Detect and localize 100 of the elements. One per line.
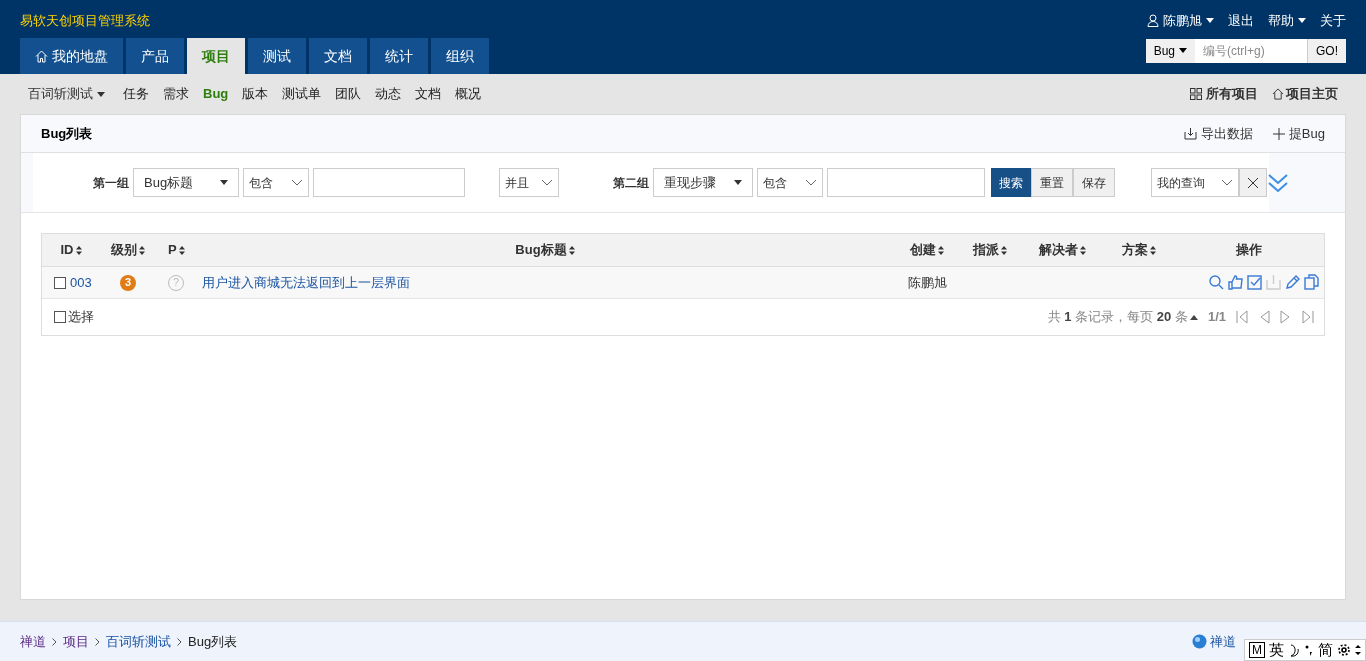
about-link[interactable]: 关于 <box>1320 11 1346 31</box>
save-button[interactable]: 保存 <box>1073 168 1115 197</box>
last-page-icon[interactable] <box>1302 310 1314 324</box>
ime-script-toggle[interactable]: 简 <box>1318 638 1333 661</box>
select-all-checkbox[interactable]: 选择 <box>54 307 94 327</box>
version-link[interactable]: 禅道 <box>1210 631 1236 652</box>
search-icon[interactable] <box>1208 274 1225 291</box>
column-header[interactable]: 创建 <box>894 240 960 260</box>
bug-title-link[interactable]: 用户进入商城无法返回到上一层界面 <box>196 272 894 293</box>
first-page-icon[interactable] <box>1236 310 1248 324</box>
field-select[interactable]: 重现步骤 <box>653 168 753 197</box>
saved-query-select[interactable]: 我的查询 <box>1151 168 1239 197</box>
pencil-icon[interactable] <box>1284 274 1301 291</box>
sub-nav-link[interactable]: 测试单 <box>282 84 322 104</box>
next-page-icon[interactable] <box>1280 310 1292 324</box>
column-header[interactable]: Bug标题 <box>196 240 894 260</box>
main-nav-tab[interactable]: 产品 <box>126 38 184 74</box>
severity-badge: 3 <box>120 274 136 291</box>
sub-nav-link[interactable]: 文档 <box>415 84 442 104</box>
group-label: 第二组 <box>613 174 649 192</box>
column-header[interactable]: P <box>156 240 196 260</box>
help-menu[interactable]: 帮助 <box>1268 11 1306 31</box>
id-input[interactable]: 编号(ctrl+g) <box>1195 38 1307 63</box>
ime-language-toggle[interactable]: 英 <box>1269 638 1284 661</box>
column-header[interactable]: 解决者 <box>1020 240 1104 260</box>
main-nav-tab[interactable]: 组织 <box>431 38 489 74</box>
caret-up-icon[interactable] <box>1189 314 1198 320</box>
project-switcher[interactable]: 百词斩测试 <box>28 84 105 104</box>
sub-nav-link[interactable]: 团队 <box>335 84 362 104</box>
sub-nav-link[interactable]: 需求 <box>163 84 189 104</box>
chevron-right-icon <box>177 637 182 646</box>
caret-icon <box>1298 18 1306 24</box>
column-header[interactable]: 级别 <box>100 240 156 260</box>
home-icon <box>35 49 48 63</box>
grid-icon <box>1190 88 1202 100</box>
breadcrumb-item[interactable]: 项目 <box>63 631 89 652</box>
column-header[interactable]: 指派 <box>960 240 1020 260</box>
user-icon <box>1147 14 1159 28</box>
sub-nav-link[interactable]: 任务 <box>123 84 149 104</box>
plus-icon <box>1272 127 1285 140</box>
caret-icon <box>97 91 105 97</box>
column-header[interactable]: ID <box>42 240 100 260</box>
chevron-down-icon <box>1221 178 1233 187</box>
table-cell-text: 陈鹏旭 <box>906 273 948 292</box>
main-nav-tab[interactable]: 我的地盘 <box>20 38 123 74</box>
ime-mode-key[interactable]: M <box>1249 642 1265 658</box>
all-projects-link[interactable]: 所有项目 <box>1190 84 1258 104</box>
chevron-down-icon <box>291 178 303 187</box>
operator-select[interactable]: 包含 <box>757 168 823 197</box>
moon-icon[interactable] <box>1288 643 1300 657</box>
settings-icon[interactable] <box>1337 643 1351 657</box>
report-bug-link[interactable]: 提Bug <box>1272 123 1325 144</box>
reset-button[interactable]: 重置 <box>1031 168 1073 197</box>
column-header[interactable]: 方案 <box>1104 240 1174 260</box>
punctuation-icon[interactable] <box>1304 643 1314 657</box>
checkbox[interactable] <box>54 311 66 323</box>
breadcrumb-item[interactable]: 禅道 <box>20 631 46 652</box>
export-link[interactable]: 导出数据 <box>1183 123 1253 144</box>
thumbs-up-icon[interactable] <box>1227 274 1244 291</box>
sub-nav-link[interactable]: 版本 <box>242 84 269 104</box>
copy-icon[interactable] <box>1303 274 1320 291</box>
checkbox-icon[interactable] <box>1246 274 1263 291</box>
object-type-select[interactable]: Bug <box>1145 38 1195 63</box>
export-icon <box>1265 274 1282 291</box>
breadcrumb-item[interactable]: 百词斩测试 <box>106 631 171 652</box>
main-nav-tab[interactable]: 测试 <box>248 38 306 74</box>
chevron-right-icon <box>52 637 57 646</box>
checkbox[interactable] <box>54 276 66 289</box>
globe-icon <box>1192 634 1207 649</box>
close-button[interactable] <box>1239 168 1267 197</box>
value-input[interactable] <box>827 168 985 197</box>
caret-icon <box>734 180 742 185</box>
sub-nav-link[interactable]: Bug <box>203 84 229 104</box>
value-input[interactable] <box>313 168 465 197</box>
operator-select[interactable]: 包含 <box>243 168 309 197</box>
logic-select[interactable]: 并且 <box>499 168 559 197</box>
sort-icon <box>178 245 185 255</box>
main-nav-tab[interactable]: 统计 <box>370 38 428 74</box>
record-summary: 共 1 条记录，每页 20 条 <box>1047 308 1188 327</box>
main-nav-tab[interactable]: 文档 <box>309 38 367 74</box>
bug-id-link[interactable]: 003 <box>70 272 92 293</box>
sort-icon <box>139 245 145 255</box>
user-menu[interactable]: 陈鹏旭 <box>1147 11 1214 31</box>
search-button[interactable]: 搜索 <box>991 168 1031 197</box>
chevron-right-icon <box>95 637 100 646</box>
previous-page-icon[interactable] <box>1258 310 1270 324</box>
project-home-link[interactable]: 项目主页 <box>1272 84 1338 104</box>
sub-nav-link[interactable]: 概况 <box>455 84 482 104</box>
caret-icon <box>1206 18 1214 24</box>
logout-link[interactable]: 退出 <box>1228 11 1254 31</box>
export-icon <box>1183 127 1197 140</box>
main-nav-tab[interactable]: 项目 <box>187 38 245 74</box>
more-icon[interactable] <box>1355 644 1361 656</box>
sub-nav-link[interactable]: 动态 <box>375 84 402 104</box>
app-title: 易软天创项目管理系统 <box>20 12 151 30</box>
sort-icon <box>1001 245 1007 255</box>
field-select[interactable]: Bug标题 <box>133 168 239 197</box>
home-icon <box>1272 88 1284 100</box>
go-button[interactable]: GO! <box>1307 38 1346 63</box>
chevron-down-icon <box>805 178 817 187</box>
